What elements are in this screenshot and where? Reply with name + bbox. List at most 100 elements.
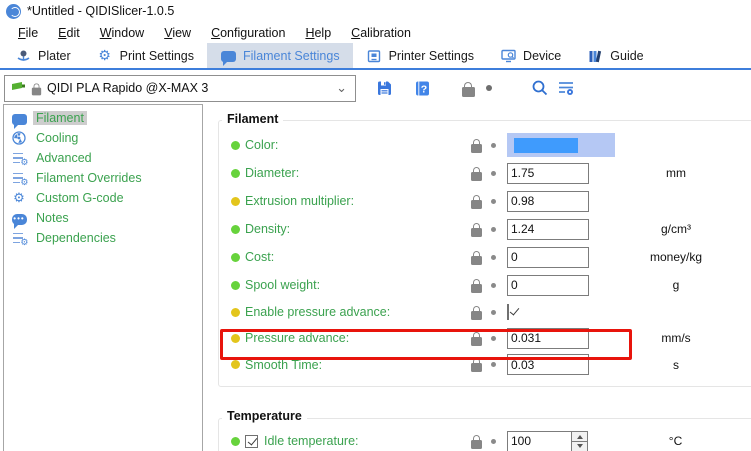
- menu-help[interactable]: Help: [295, 24, 341, 42]
- lock-icon[interactable]: [471, 337, 482, 346]
- option-row-pressure-advance: Pressure advance: mm/s: [231, 325, 751, 351]
- spool-weight-input[interactable]: [507, 275, 589, 296]
- menu-configuration[interactable]: Configuration: [201, 24, 295, 42]
- lock-icon[interactable]: [471, 440, 482, 449]
- app-logo-icon: [6, 4, 21, 19]
- idle-temperature-input[interactable]: [507, 431, 571, 451]
- sidebar-item-label: Filament: [33, 111, 87, 125]
- sidebar-item-custom-gcode[interactable]: ⚙ Custom G-code: [9, 188, 202, 208]
- option-row-color: Color:: [231, 131, 751, 159]
- menu-file[interactable]: File: [8, 24, 48, 42]
- option-row-diameter: Diameter: mm: [231, 159, 751, 187]
- tab-label: Guide: [610, 49, 643, 63]
- cost-input[interactable]: [507, 247, 589, 268]
- tab-device[interactable]: Device: [487, 43, 574, 68]
- option-status-dot: [231, 437, 240, 446]
- lock-icon[interactable]: [471, 144, 482, 153]
- lock-icon[interactable]: [471, 172, 482, 181]
- density-input[interactable]: [507, 219, 589, 240]
- tab-printer-settings[interactable]: Printer Settings: [353, 43, 487, 68]
- option-status-dot: [231, 308, 240, 317]
- menu-view[interactable]: View: [154, 24, 201, 42]
- option-status-dot: [231, 253, 240, 262]
- menu-calibration[interactable]: Calibration: [341, 24, 421, 42]
- color-picker-button[interactable]: [507, 133, 684, 157]
- option-unit: °C: [669, 434, 751, 448]
- sidebar-item-filament[interactable]: Filament: [9, 108, 202, 128]
- tab-guide[interactable]: Guide: [574, 43, 656, 68]
- group-title-temperature: Temperature: [222, 409, 307, 423]
- option-label: Enable pressure advance:: [245, 305, 471, 319]
- tab-label: Device: [523, 49, 561, 63]
- help-icon[interactable]: ?: [412, 78, 432, 98]
- lock-icon[interactable]: [471, 311, 482, 320]
- sidebar-item-label: Filament Overrides: [33, 171, 145, 185]
- option-status-dot: [231, 334, 240, 343]
- sidebar-item-dependencies[interactable]: Dependencies: [9, 228, 202, 248]
- lock-icon[interactable]: [471, 200, 482, 209]
- sidebar-item-notes[interactable]: ••• Notes: [9, 208, 202, 228]
- sidebar-item-cooling[interactable]: Cooling: [9, 128, 202, 148]
- option-status-dot: [231, 225, 240, 234]
- lock-icon[interactable]: [471, 284, 482, 293]
- tab-print-settings[interactable]: ⚙ Print Settings: [84, 43, 207, 68]
- gear-icon: ⚙: [97, 48, 113, 64]
- option-unit: g/cm³: [661, 222, 751, 236]
- enable-pressure-advance-checkbox[interactable]: [507, 304, 509, 320]
- option-row-extrusion-multiplier: Extrusion multiplier:: [231, 187, 751, 215]
- lock-icon[interactable]: [471, 256, 482, 265]
- preset-combobox[interactable]: QIDI PLA Rapido @X-MAX 3 ⌄: [4, 75, 356, 102]
- option-label: Pressure advance:: [245, 331, 471, 345]
- svg-text:?: ?: [420, 83, 426, 95]
- option-row-density: Density: g/cm³: [231, 215, 751, 243]
- tab-filament-settings[interactable]: Filament Settings: [207, 43, 353, 68]
- lock-icon[interactable]: [471, 228, 482, 237]
- option-status-dot: [231, 281, 240, 290]
- diameter-input[interactable]: [507, 163, 589, 184]
- save-icon[interactable]: [374, 78, 394, 98]
- preset-name: QIDI PLA Rapido @X-MAX 3: [47, 81, 331, 95]
- option-label: Density:: [245, 222, 471, 236]
- compare-settings-icon[interactable]: [556, 78, 576, 98]
- sidebar-item-label: Advanced: [33, 151, 95, 165]
- extrusion-multiplier-input[interactable]: [507, 191, 589, 212]
- settings-tab-bar: Plater ⚙ Print Settings Filament Setting…: [0, 43, 751, 70]
- search-icon[interactable]: [530, 78, 550, 98]
- spinner-buttons: [571, 431, 588, 451]
- menu-window[interactable]: Window: [90, 24, 154, 42]
- filament-group-box: Color: Diameter: mm Extrusion multiplier…: [218, 120, 751, 387]
- option-unit: mm: [666, 166, 751, 180]
- revert-dot: [491, 171, 496, 176]
- tab-plater[interactable]: Plater: [2, 43, 84, 68]
- sidebar-item-label: Notes: [33, 211, 72, 225]
- lock-icon[interactable]: [458, 78, 478, 98]
- title-bar: *Untitled - QIDISlicer-1.0.5: [0, 0, 751, 22]
- lock-icon[interactable]: [471, 363, 482, 372]
- sidebar-item-advanced[interactable]: Advanced: [9, 148, 202, 168]
- option-row-cost: Cost: money/kg: [231, 243, 751, 271]
- filament-bubble-icon: [220, 48, 236, 64]
- option-row-spool-weight: Spool weight: g: [231, 271, 751, 299]
- option-label: Extrusion multiplier:: [245, 194, 471, 208]
- tab-label: Printer Settings: [389, 49, 474, 63]
- idle-temperature-checkbox[interactable]: [245, 435, 258, 448]
- tab-label: Filament Settings: [243, 49, 340, 63]
- pressure-advance-input[interactable]: [507, 328, 589, 349]
- smooth-time-input[interactable]: [507, 354, 589, 375]
- menu-edit[interactable]: Edit: [48, 24, 90, 42]
- sliders-gear-icon: [11, 170, 27, 186]
- sidebar-item-filament-overrides[interactable]: Filament Overrides: [9, 168, 202, 188]
- sidebar-item-label: Dependencies: [33, 231, 119, 245]
- option-status-dot: [231, 169, 240, 178]
- sliders-gear-icon: [11, 150, 27, 166]
- spin-up-button[interactable]: [572, 432, 587, 442]
- window-title: *Untitled - QIDISlicer-1.0.5: [27, 4, 174, 18]
- group-title-filament: Filament: [222, 112, 283, 126]
- revert-dot: [491, 336, 496, 341]
- qidislicer-window: *Untitled - QIDISlicer-1.0.5 File Edit W…: [0, 0, 751, 451]
- option-label: Smooth Time:: [245, 358, 471, 372]
- lock-icon: [32, 87, 41, 95]
- option-unit: mm/s: [661, 331, 751, 345]
- spin-down-button[interactable]: [572, 442, 587, 451]
- settings-category-tree: Filament Cooling Advanced Filament Overr…: [3, 104, 203, 451]
